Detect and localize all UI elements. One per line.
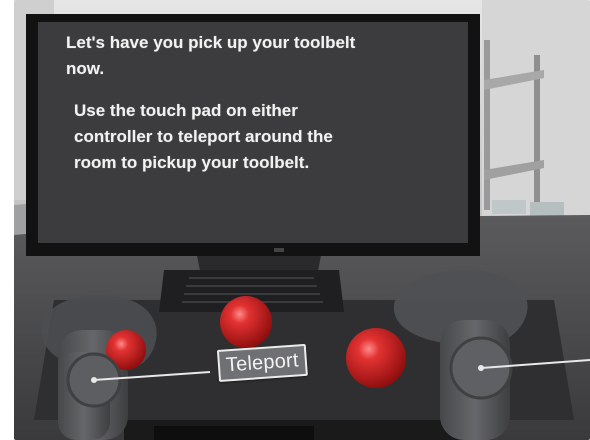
red-ball-right <box>346 328 406 388</box>
red-ball-center <box>220 296 272 348</box>
instruction-line-3: Use the touch pad on either <box>74 101 298 120</box>
instruction-line-1: Let's have you pick up your toolbelt <box>66 33 356 52</box>
instruction-line-4: controller to teleport around the <box>74 127 333 146</box>
vr-scene: Let's have you pick up your toolbelt now… <box>14 0 590 440</box>
vr-viewport: Let's have you pick up your toolbelt now… <box>0 0 590 440</box>
instruction-line-2: now. <box>66 59 105 78</box>
instruction-paragraph-2: Use the touch pad on either controller t… <box>66 98 466 176</box>
monitor-power-led <box>274 248 284 252</box>
instruction-line-5: room to pickup your toolbelt. <box>74 153 310 172</box>
teleport-label[interactable]: Teleport <box>216 343 308 382</box>
keyboard-shadow <box>154 426 314 440</box>
monitor-instructions: Let's have you pick up your toolbelt now… <box>66 30 466 176</box>
